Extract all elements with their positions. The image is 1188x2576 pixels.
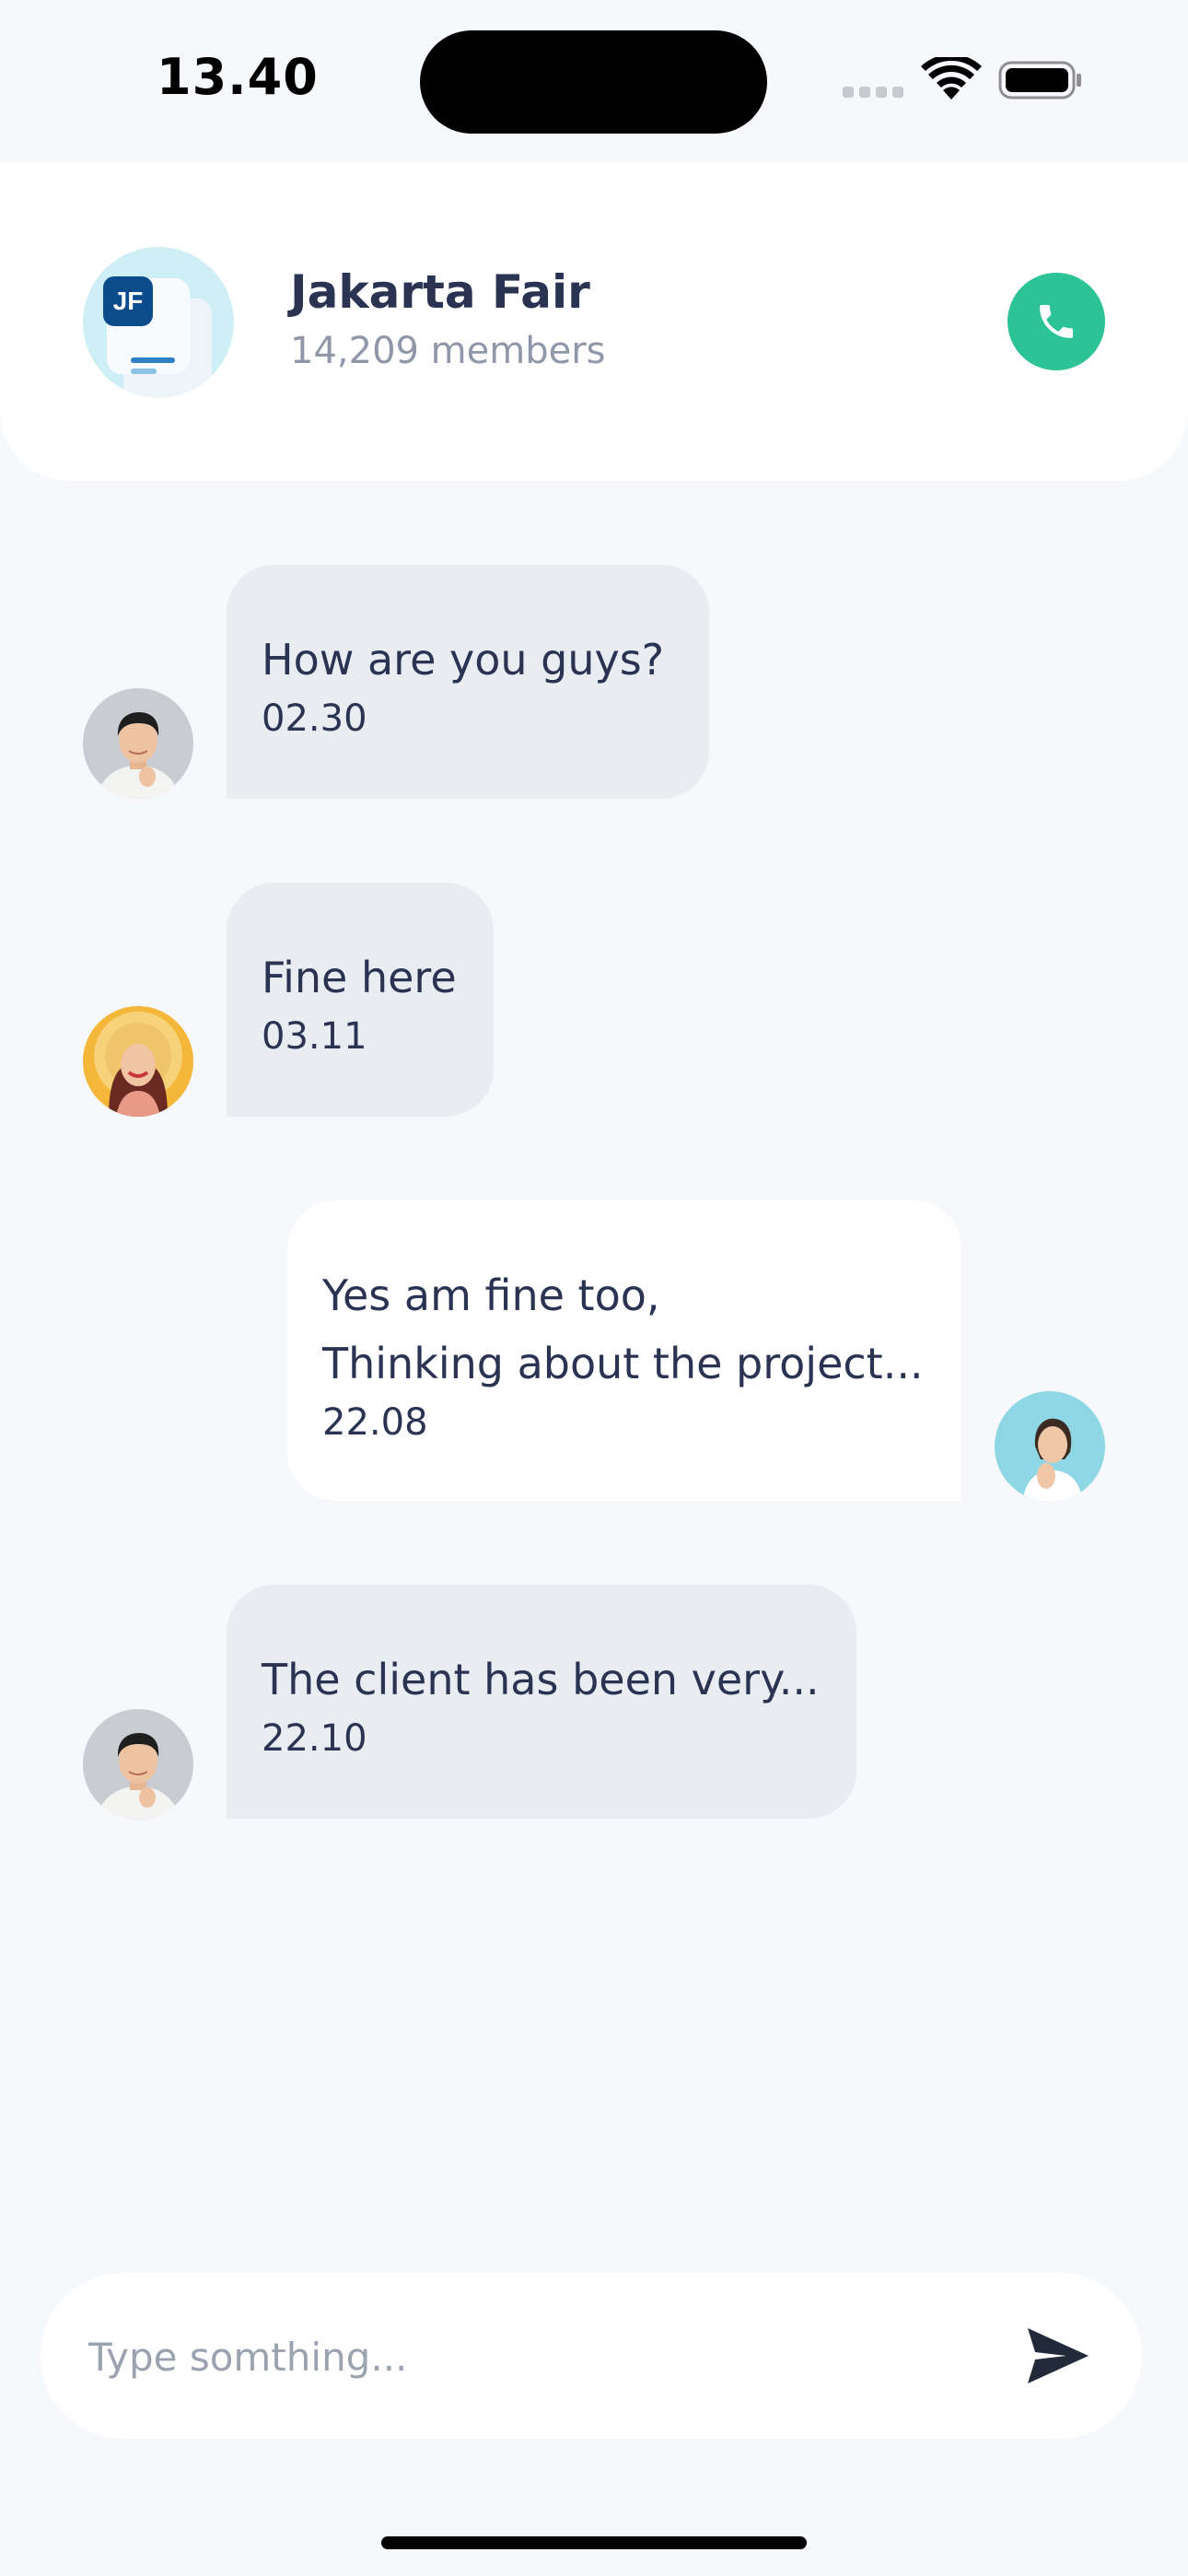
message-text: Fine here bbox=[262, 943, 459, 1012]
send-icon[interactable] bbox=[1026, 2326, 1090, 2385]
message-time: 03.11 bbox=[262, 1015, 367, 1058]
message-line: Yes am fine too, bbox=[322, 1270, 660, 1320]
sender-avatar-man[interactable] bbox=[83, 1709, 193, 1820]
message-time: 22.10 bbox=[262, 1717, 367, 1760]
chat-screen: 13.40 JF Jakarta Fair 14,209 members How… bbox=[0, 0, 1188, 2576]
group-avatar[interactable]: JF bbox=[83, 247, 234, 398]
message-bubble[interactable]: The client has been very... 22.10 bbox=[227, 1585, 856, 1819]
message-text: The client has been very... bbox=[262, 1645, 821, 1714]
message-time: 22.08 bbox=[322, 1401, 428, 1444]
self-avatar[interactable] bbox=[995, 1391, 1105, 1502]
sender-avatar-man[interactable] bbox=[83, 688, 193, 799]
message-line: Thinking about the project... bbox=[322, 1339, 924, 1388]
group-logo-icon: JF bbox=[103, 276, 212, 398]
message-text: Yes am fine too, Thinking about the proj… bbox=[322, 1261, 926, 1398]
message-line: The client has been very... bbox=[262, 1655, 820, 1704]
status-bar: 13.40 bbox=[0, 0, 1188, 162]
cellular-signal-icon bbox=[843, 87, 905, 98]
message-line: How are you guys? bbox=[262, 635, 665, 685]
member-count: 14,209 members bbox=[290, 330, 606, 372]
group-initials: JF bbox=[113, 287, 144, 315]
message-bubble-outgoing[interactable]: Yes am fine too, Thinking about the proj… bbox=[287, 1200, 961, 1501]
message-bubble[interactable]: Fine here 03.11 bbox=[227, 883, 494, 1117]
phone-icon bbox=[1040, 305, 1073, 338]
wifi-icon bbox=[921, 57, 982, 100]
call-button[interactable] bbox=[1007, 273, 1105, 370]
message-text: How are you guys? bbox=[262, 626, 674, 694]
home-indicator[interactable] bbox=[381, 2536, 807, 2549]
message-line: Fine here bbox=[262, 953, 457, 1002]
message-time: 02.30 bbox=[262, 697, 367, 740]
sender-avatar-woman[interactable] bbox=[83, 1006, 193, 1117]
message-input[interactable] bbox=[88, 2324, 1009, 2389]
dynamic-island bbox=[420, 30, 767, 134]
group-name: Jakarta Fair bbox=[290, 265, 590, 319]
status-time: 13.40 bbox=[157, 48, 319, 106]
message-bubble[interactable]: How are you guys? 02.30 bbox=[227, 565, 709, 799]
message-composer bbox=[41, 2273, 1142, 2439]
battery-icon bbox=[998, 61, 1081, 100]
chat-header: JF Jakarta Fair 14,209 members bbox=[0, 162, 1188, 481]
